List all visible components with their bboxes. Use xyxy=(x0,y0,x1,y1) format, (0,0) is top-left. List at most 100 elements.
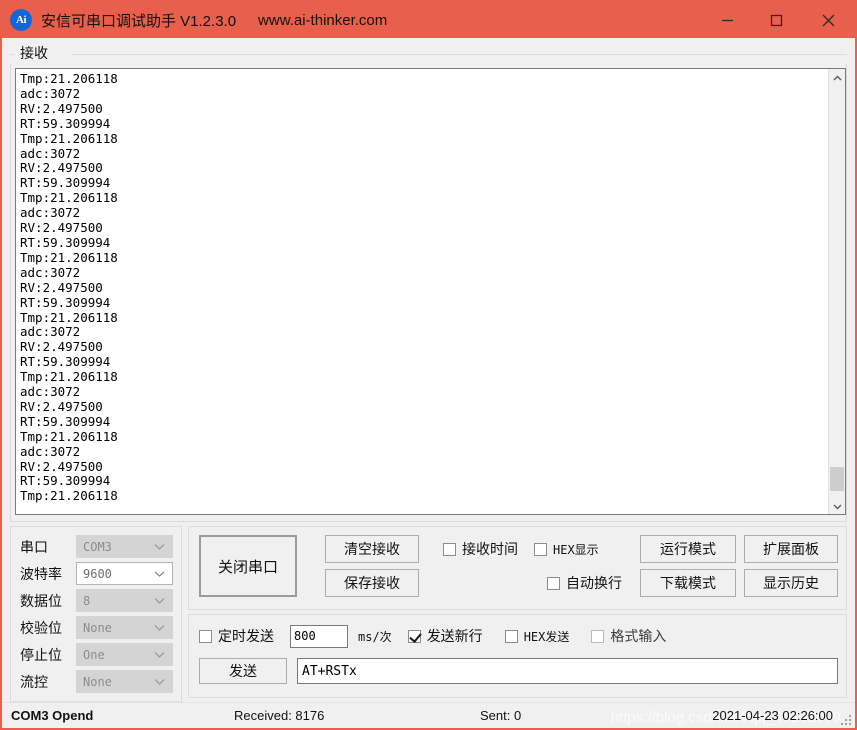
checkbox-hex-send-label: HEX发送 xyxy=(523,629,570,644)
checkbox-format-input-label: 格式输入 xyxy=(610,628,667,644)
vendor-url: www.ai-thinker.com xyxy=(258,11,388,29)
chevron-down-icon xyxy=(833,497,842,515)
send-options-row: 定时发送 800 ms/次 发送新行 HEX发送 格式输入 xyxy=(199,623,838,649)
label-baudrate: 波特率 xyxy=(20,565,62,582)
chevron-down-icon xyxy=(154,590,165,611)
select-databits-value: 8 xyxy=(83,593,91,608)
receive-group-label: 接收 xyxy=(16,43,52,63)
status-sent: Sent: 0 xyxy=(480,708,522,723)
receive-textarea[interactable]: Tmp:21.206118 adc:3072 RV:2.497500 RT:59… xyxy=(16,69,828,514)
checkbox-hex-display[interactable]: HEX显示 xyxy=(534,541,599,558)
checkbox-box xyxy=(199,629,212,643)
bottom-area: 串口 COM3 波特率 9600 数据位 8 校验位 None 停止位 One … xyxy=(2,522,855,702)
checkbox-receive-time-label: 接收时间 xyxy=(462,541,518,557)
config-row-parity: 校验位 None xyxy=(20,615,173,640)
checkbox-timed-send[interactable]: 定时发送 xyxy=(199,626,274,646)
send-interval-input[interactable]: 800 xyxy=(290,624,348,648)
save-receive-button[interactable]: 保存接收 xyxy=(325,569,419,597)
maximize-icon xyxy=(770,14,783,27)
checkbox-hex-send[interactable]: HEX发送 xyxy=(504,628,570,645)
serial-settings-panel: 串口 COM3 波特率 9600 数据位 8 校验位 None 停止位 One … xyxy=(10,526,182,702)
label-stopbits: 停止位 xyxy=(20,646,62,663)
title-bar: Ai 安信可串口调试助手 V1.2.3.0 www.ai-thinker.com xyxy=(2,2,855,38)
receive-scrollbar[interactable] xyxy=(828,69,845,514)
status-datetime: 2021-04-23 02:26:00 xyxy=(712,708,833,723)
mode-buttons: 运行模式 下载模式 xyxy=(640,535,736,597)
checkbox-box xyxy=(591,629,605,643)
checkbox-box xyxy=(534,542,547,556)
interval-unit-label: ms/次 xyxy=(358,629,392,644)
panel-buttons: 扩展面板 显示历史 xyxy=(744,535,838,597)
send-panel: 定时发送 800 ms/次 发送新行 HEX发送 格式输入 发送 AT+RSTx xyxy=(188,614,847,698)
display-options-row-1: 接收时间 HEX显示 xyxy=(443,535,622,563)
chevron-down-icon xyxy=(154,563,165,584)
close-button[interactable] xyxy=(801,2,855,38)
checkbox-box xyxy=(407,629,421,643)
select-flowcontrol-value: None xyxy=(83,674,112,689)
scroll-down-button[interactable] xyxy=(829,497,845,514)
display-options: 接收时间 HEX显示 自动换行 xyxy=(443,535,622,597)
select-baudrate-value: 9600 xyxy=(83,566,112,581)
label-parity: 校验位 xyxy=(20,619,62,636)
run-mode-button[interactable]: 运行模式 xyxy=(640,535,736,563)
receive-textarea-frame: Tmp:21.206118 adc:3072 RV:2.497500 RT:59… xyxy=(15,68,846,515)
chevron-down-icon xyxy=(154,617,165,638)
checkbox-auto-wrap-label: 自动换行 xyxy=(566,575,622,591)
minimize-button[interactable] xyxy=(703,2,752,38)
receive-group: 接收 Tmp:21.206118 adc:3072 RV:2.497500 RT… xyxy=(10,43,847,522)
group-border-right xyxy=(72,54,847,55)
send-button[interactable]: 发送 xyxy=(199,658,287,684)
checkbox-send-newline-label: 发送新行 xyxy=(426,628,483,644)
scrollbar-track[interactable] xyxy=(829,86,845,497)
select-port-value: COM3 xyxy=(83,539,112,554)
minimize-icon xyxy=(721,14,734,27)
status-received: Received: 8176 xyxy=(234,708,325,723)
label-port: 串口 xyxy=(20,538,48,555)
label-flowcontrol: 流控 xyxy=(20,673,48,690)
app-ai-icon: Ai xyxy=(10,9,32,31)
select-databits[interactable]: 8 xyxy=(76,589,173,612)
maximize-button[interactable] xyxy=(752,2,801,38)
select-stopbits[interactable]: One xyxy=(76,643,173,666)
close-serial-button[interactable]: 关闭串口 xyxy=(199,535,297,597)
scrollbar-thumb[interactable] xyxy=(830,467,844,491)
config-row-port: 串口 COM3 xyxy=(20,534,173,559)
show-history-button[interactable]: 显示历史 xyxy=(744,569,838,597)
chevron-down-icon xyxy=(154,536,165,557)
window-title: 安信可串口调试助手 V1.2.3.0 xyxy=(41,12,237,30)
select-port[interactable]: COM3 xyxy=(76,535,173,558)
config-row-flowcontrol: 流控 None xyxy=(20,669,173,694)
config-row-databits: 数据位 8 xyxy=(20,588,173,613)
clear-receive-button[interactable]: 清空接收 xyxy=(325,535,419,563)
checkbox-receive-time[interactable]: 接收时间 xyxy=(443,539,518,559)
chevron-up-icon xyxy=(833,69,842,87)
controls-panel: 关闭串口 清空接收 保存接收 接收时间 HEX显示 自动换行 运行模式 下载模式… xyxy=(188,526,847,610)
send-text-input[interactable]: AT+RSTx xyxy=(297,658,838,684)
group-border-left xyxy=(10,54,15,55)
status-connection: COM3 Opend xyxy=(11,708,94,723)
download-mode-button[interactable]: 下载模式 xyxy=(640,569,736,597)
scroll-up-button[interactable] xyxy=(829,69,845,86)
resize-grip[interactable] xyxy=(841,715,851,725)
checkbox-timed-send-label: 定时发送 xyxy=(218,628,274,644)
checkbox-auto-wrap[interactable]: 自动换行 xyxy=(547,573,622,593)
config-row-baudrate: 波特率 9600 xyxy=(20,561,173,586)
checkbox-box xyxy=(504,629,518,643)
select-baudrate[interactable]: 9600 xyxy=(76,562,173,585)
label-databits: 数据位 xyxy=(20,592,62,609)
receive-group-body: Tmp:21.206118 adc:3072 RV:2.497500 RT:59… xyxy=(10,64,847,522)
select-flowcontrol[interactable]: None xyxy=(76,670,173,693)
checkbox-send-newline[interactable]: 发送新行 xyxy=(407,626,483,646)
window-buttons xyxy=(703,2,855,38)
receive-action-buttons: 清空接收 保存接收 xyxy=(325,535,419,597)
expand-panel-button[interactable]: 扩展面板 xyxy=(744,535,838,563)
status-bar: COM3 Opend Received: 8176 Sent: 0 https:… xyxy=(2,702,855,728)
select-parity[interactable]: None xyxy=(76,616,173,639)
config-row-stopbits: 停止位 One xyxy=(20,642,173,667)
checkbox-hex-display-label: HEX显示 xyxy=(553,542,599,557)
main-window: Ai 安信可串口调试助手 V1.2.3.0 www.ai-thinker.com xyxy=(0,0,857,730)
close-icon xyxy=(821,13,836,28)
checkbox-box xyxy=(443,542,456,556)
checkbox-format-input[interactable]: 格式输入 xyxy=(591,626,666,646)
receive-group-header: 接收 xyxy=(10,43,847,64)
